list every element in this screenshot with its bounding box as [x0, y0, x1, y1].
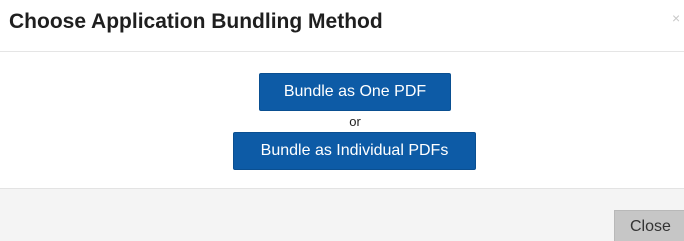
close-button[interactable]: Close — [614, 210, 684, 241]
dialog-body: Bundle as One PDF or Bundle as Individua… — [0, 52, 684, 188]
dialog-title: Choose Application Bundling Method — [9, 10, 383, 33]
or-separator: or — [349, 114, 361, 129]
dialog-footer: Close — [0, 188, 684, 241]
bundling-method-dialog: Choose Application Bundling Method × Bun… — [0, 0, 684, 241]
bundle-as-one-pdf-button[interactable]: Bundle as One PDF — [259, 73, 451, 111]
close-icon[interactable]: × — [672, 10, 684, 26]
dialog-header: Choose Application Bundling Method × — [0, 0, 684, 52]
bundle-as-individual-pdfs-button[interactable]: Bundle as Individual PDFs — [233, 132, 476, 170]
